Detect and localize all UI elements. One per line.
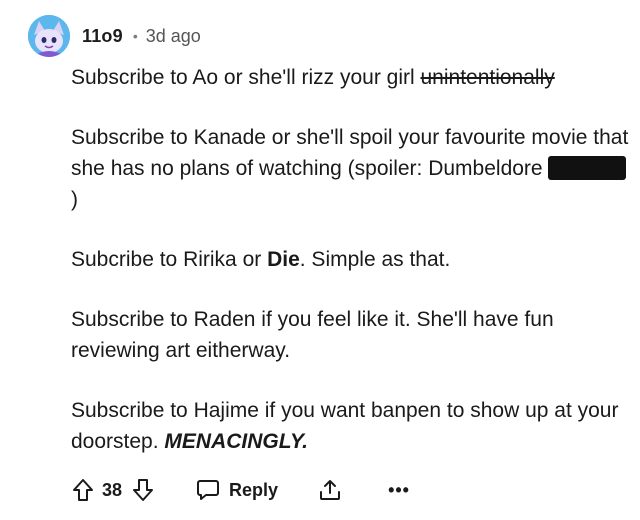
strikethrough-text: unintentionally <box>420 66 555 89</box>
downvote-button[interactable] <box>132 478 154 502</box>
reply-label: Reply <box>229 479 279 500</box>
username[interactable]: 11o9 <box>82 26 123 47</box>
paragraph-2: Subscribe to Kanade or she'll spoil your… <box>71 122 631 215</box>
share-icon <box>320 480 341 500</box>
paragraph-text: . Simple as that. <box>299 248 451 271</box>
reply-button[interactable]: Reply <box>196 478 278 502</box>
more-options-button[interactable]: ••• <box>388 480 410 501</box>
arrow-down-icon <box>133 479 154 501</box>
share-button[interactable] <box>318 478 342 502</box>
paragraph-text: Subscribe to Raden if you feel like it. … <box>71 308 554 362</box>
action-bar: 38 Reply ••• <box>72 472 410 508</box>
upvote-button[interactable] <box>72 478 94 502</box>
paragraph-3: Subcribe to Ririka or Die. Simple as tha… <box>71 244 631 275</box>
comment-header: 11o9 • 3d ago <box>28 12 201 60</box>
paragraph-4: Subscribe to Raden if you feel like it. … <box>71 304 631 366</box>
paragraph-text: ) <box>71 188 78 211</box>
paragraph-text: Subscribe to Ao or she'll rizz your girl <box>71 66 421 89</box>
paragraph-1: Subscribe to Ao or she'll rizz your girl… <box>71 62 631 93</box>
bold-text: Die <box>267 248 300 271</box>
paragraph-text: Subscribe to Hajime if you want banpen t… <box>71 399 619 453</box>
spoiler-redaction[interactable] <box>548 156 627 180</box>
paragraph-5: Subscribe to Hajime if you want banpen t… <box>71 395 631 457</box>
arrow-up-icon <box>73 479 93 501</box>
comment-body: Subscribe to Ao or she'll rizz your girl… <box>71 62 631 486</box>
speech-bubble-icon <box>197 480 220 500</box>
bold-italic-text: MENACINGLY. <box>164 430 308 453</box>
paragraph-text: Subscribe to Kanade or she'll spoil your… <box>71 126 629 180</box>
paragraph-text: Subcribe to Ririka or <box>71 248 268 271</box>
separator-dot: • <box>132 28 138 44</box>
timestamp: 3d ago <box>145 25 201 46</box>
avatar[interactable] <box>28 15 70 57</box>
vote-score: 38 <box>102 479 123 500</box>
comment: 11o9 • 3d ago Subscribe to Ao or she'll … <box>0 0 640 520</box>
